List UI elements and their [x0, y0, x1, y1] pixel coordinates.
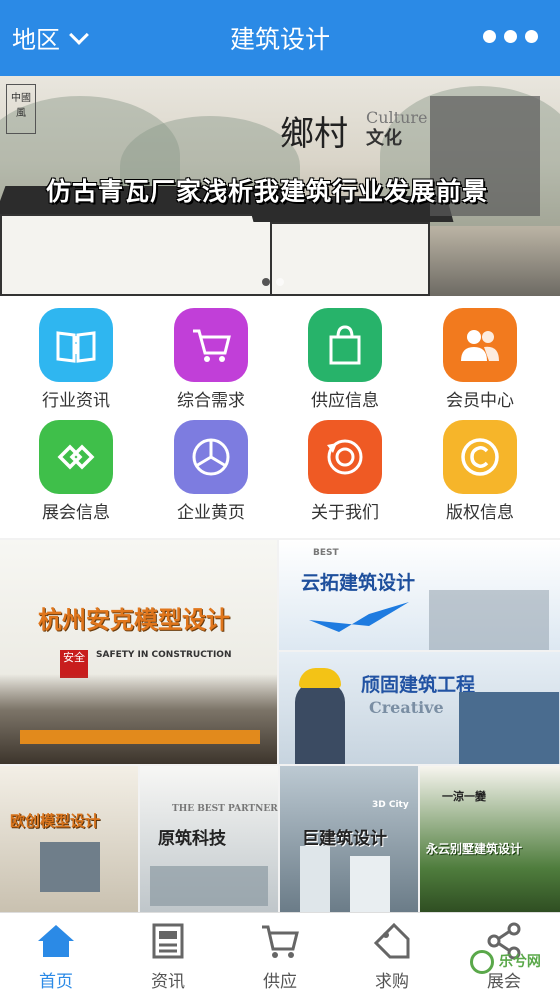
grid-item-directory[interactable]: 企业黄页	[141, 408, 281, 523]
skyline-image	[0, 674, 277, 764]
category-grid: 行业资讯 综合需求 供应信息 会员中心 展会信息 企业黄页 关于我们 版权信息	[0, 296, 560, 538]
skyline-image	[150, 866, 268, 906]
dot-icon	[504, 30, 517, 43]
promo-tile-ouchuang[interactable]: 欧创模型设计	[0, 766, 138, 912]
dot-icon	[483, 30, 496, 43]
wall-shape	[270, 222, 430, 296]
grid-item-label: 企业黄页	[177, 503, 245, 523]
nav-label: 首页	[39, 972, 73, 992]
building-shape	[350, 856, 390, 912]
dot-icon	[525, 30, 538, 43]
cart-icon	[174, 308, 248, 382]
promo-title: 欧创模型设计	[10, 812, 101, 830]
promo-tile-qigu[interactable]: 颀固建筑工程 Creative	[279, 652, 560, 764]
grid-item-about[interactable]: 关于我们	[275, 408, 415, 523]
nav-label: 资讯	[151, 972, 185, 992]
copyright-icon	[443, 420, 517, 494]
seal-stamp: 中國風	[6, 84, 36, 134]
promo-title: 云拓建筑设计	[301, 572, 416, 594]
grid-item-label: 展会信息	[42, 503, 110, 523]
grid-item-demands[interactable]: 综合需求	[141, 296, 281, 411]
promo-subtitle: THE BEST PARTNER!	[172, 804, 278, 814]
promo-subtitle: SAFETY IN CONSTRUCTION	[96, 650, 232, 660]
more-menu-button[interactable]	[483, 30, 538, 43]
promo-subtitle: 一涼一變	[442, 790, 486, 803]
promo-subtitle: 3D City	[372, 800, 409, 810]
building-shape	[300, 846, 330, 912]
grid-item-exhibition[interactable]: 展会信息	[6, 408, 146, 523]
promo-title: 杭州安克模型设计	[38, 606, 230, 634]
tag-icon	[373, 922, 410, 959]
promo-title: 原筑科技	[158, 829, 226, 849]
watermark-logo: 乐兮网	[470, 950, 550, 996]
bag-icon	[308, 308, 382, 382]
banner-headline: 仿古青瓦厂家浅析我建筑行业发展前景	[46, 177, 489, 206]
pie-icon	[174, 420, 248, 494]
culture-zh: 文化	[366, 128, 402, 149]
promo-tile-ankemodel[interactable]: 杭州安克模型设计 安全 SAFETY IN CONSTRUCTION	[0, 540, 277, 764]
worker-figure	[295, 682, 345, 764]
wall-shape	[0, 214, 280, 296]
news-icon	[152, 923, 184, 959]
top-bar: 地区 建筑设计	[0, 0, 560, 76]
grid-item-industry-news[interactable]: 行业资讯	[6, 296, 146, 411]
watermark-icon	[470, 950, 494, 974]
promo-tile-yongyun[interactable]: 一涼一變 永云别墅建筑设计	[420, 766, 560, 912]
skyline-image	[459, 692, 559, 764]
promo-tile-yuanzhu[interactable]: THE BEST PARTNER! 原筑科技	[140, 766, 278, 912]
nav-label: 求购	[375, 972, 409, 992]
grid-item-label: 关于我们	[311, 503, 379, 523]
grid-item-member[interactable]: 会员中心	[410, 296, 550, 411]
carousel-indicator	[262, 278, 284, 286]
page-title: 建筑设计	[229, 25, 330, 54]
graph-arrow-shape	[309, 602, 409, 632]
link-icon	[39, 420, 113, 494]
promo-title: 颀固建筑工程	[361, 674, 476, 696]
nav-item-news[interactable]: 资讯	[112, 913, 224, 999]
refresh-icon	[308, 420, 382, 494]
helmet-shape	[299, 668, 341, 688]
promo-subtitle: Creative	[369, 698, 444, 717]
skyline-image	[429, 590, 549, 650]
cart-icon	[262, 925, 299, 958]
promo-title: 永云别墅建筑设计	[426, 842, 523, 856]
book-icon	[39, 308, 113, 382]
grid-item-supply[interactable]: 供应信息	[275, 296, 415, 411]
home-icon	[38, 925, 74, 957]
building-shape	[40, 842, 100, 892]
promo-subtitle: BEST	[313, 548, 339, 558]
promo-tile-jujianzhu[interactable]: 3D City 巨建筑设计	[280, 766, 418, 912]
grid-item-label: 版权信息	[446, 503, 514, 523]
nav-item-home[interactable]: 首页	[0, 913, 112, 999]
excavator-shape	[20, 730, 260, 744]
promo-tile-yuntuo[interactable]: 云拓建筑设计 BEST	[279, 540, 560, 650]
hero-banner[interactable]: 中國風 鄉村 Culture 文化 仿古青瓦厂家浅析我建筑行业发展前景	[0, 76, 560, 296]
users-icon	[443, 308, 517, 382]
nav-item-supply[interactable]: 供应	[224, 913, 336, 999]
grid-item-copyright[interactable]: 版权信息	[410, 408, 550, 523]
watermark-text: 乐兮网	[498, 954, 541, 970]
carousel-dot	[276, 278, 284, 286]
nav-item-purchase[interactable]: 求购	[336, 913, 448, 999]
brush-title: 鄉村	[280, 114, 348, 154]
carousel-dot	[262, 278, 270, 286]
nav-label: 供应	[263, 972, 297, 992]
